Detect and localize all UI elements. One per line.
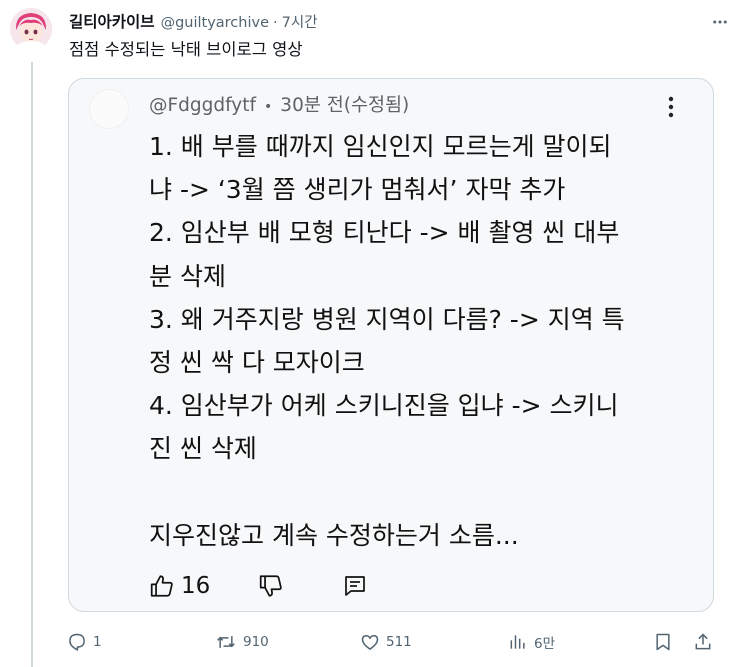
tweet-actions: 1 910 511 6만 [67,628,717,656]
comment-line: 정 씬 싹 다 모자이크 [149,347,365,377]
tweet-time[interactable]: 7시간 [282,11,318,32]
comment-separator-dot: • [264,99,273,115]
comment-dislike [258,573,284,599]
repost-button[interactable]: 910 [215,628,269,656]
comment-line: 3. 왜 거주지랑 병원 지역이 다름? -> 지역 특 [149,304,625,334]
bookmark-icon [656,633,670,651]
comment-actions: 16 [149,569,368,603]
tweet-header: 길티아카이브 @guiltyarchive · 7시간 [69,10,318,32]
comment-body: 1. 배 부를 때까지 임신인지 모르는게 말이되 냐 -> ‘3월 쯤 생리가… [149,125,689,557]
comment-time: 30분 전(수정됨) [280,95,410,116]
view-count: 6만 [534,636,556,652]
user-handle[interactable]: @guiltyarchive [161,15,269,31]
comment-more-button [659,95,683,119]
comment-line: 2. 임산부 배 모형 티난다 -> 배 촬영 씬 대부 [149,218,620,248]
tweet-text: 점점 수정되는 낙태 브이로그 영상 [69,40,303,59]
reply-count: 1 [93,634,102,650]
thread-line [31,62,33,667]
comment-handle: @Fdggdfytf [149,95,257,116]
like-count: 511 [386,634,412,650]
comment-line: 지우진않고 계속 수정하는거 소름... [149,520,519,550]
more-horizontal-icon [713,20,727,24]
comment-like-count: 16 [181,573,211,599]
thumbs-down-icon [260,575,282,597]
views-button[interactable]: 6만 [508,628,555,656]
comment-header: @Fdggdfytf • 30분 전(수정됨) [149,91,409,117]
reply-button[interactable]: 1 [67,628,102,656]
comment-line: 4. 임산부가 어케 스키니진을 입냐 -> 스키니 [149,391,619,421]
analytics-icon [510,635,525,649]
like-button[interactable]: 511 [360,628,412,656]
display-name[interactable]: 길티아카이브 [69,10,155,32]
comment-line: 분 삭제 [149,261,226,291]
separator-dot: · [273,15,278,31]
more-vertical-icon [668,96,674,118]
comment-line: 진 씬 삭제 [149,434,257,464]
thumbs-up-icon [150,575,173,597]
comment-line: 1. 배 부를 때까지 임신인지 모르는게 말이되 [149,132,612,161]
comment-icon [345,576,366,596]
reply-icon [69,633,85,651]
heart-icon [361,635,379,650]
repost-icon [217,636,235,648]
share-icon [695,633,711,650]
share-button[interactable] [693,628,713,656]
bookmark-button[interactable] [653,628,673,656]
comment-like: 16 [149,573,210,599]
anime-avatar-icon [10,8,52,50]
comment-avatar [89,89,129,129]
comment-reply [342,573,368,599]
more-options-button[interactable] [708,10,732,34]
comment-line [149,471,689,514]
repost-count: 910 [243,634,269,650]
comment-line: 냐 -> ‘3월 쯤 생리가 멈춰서’ 자막 추가 [149,175,566,205]
quoted-comment-card[interactable]: @Fdggdfytf • 30분 전(수정됨) 1. 배 부를 때까지 임신인지… [68,78,714,612]
avatar[interactable] [10,8,52,50]
